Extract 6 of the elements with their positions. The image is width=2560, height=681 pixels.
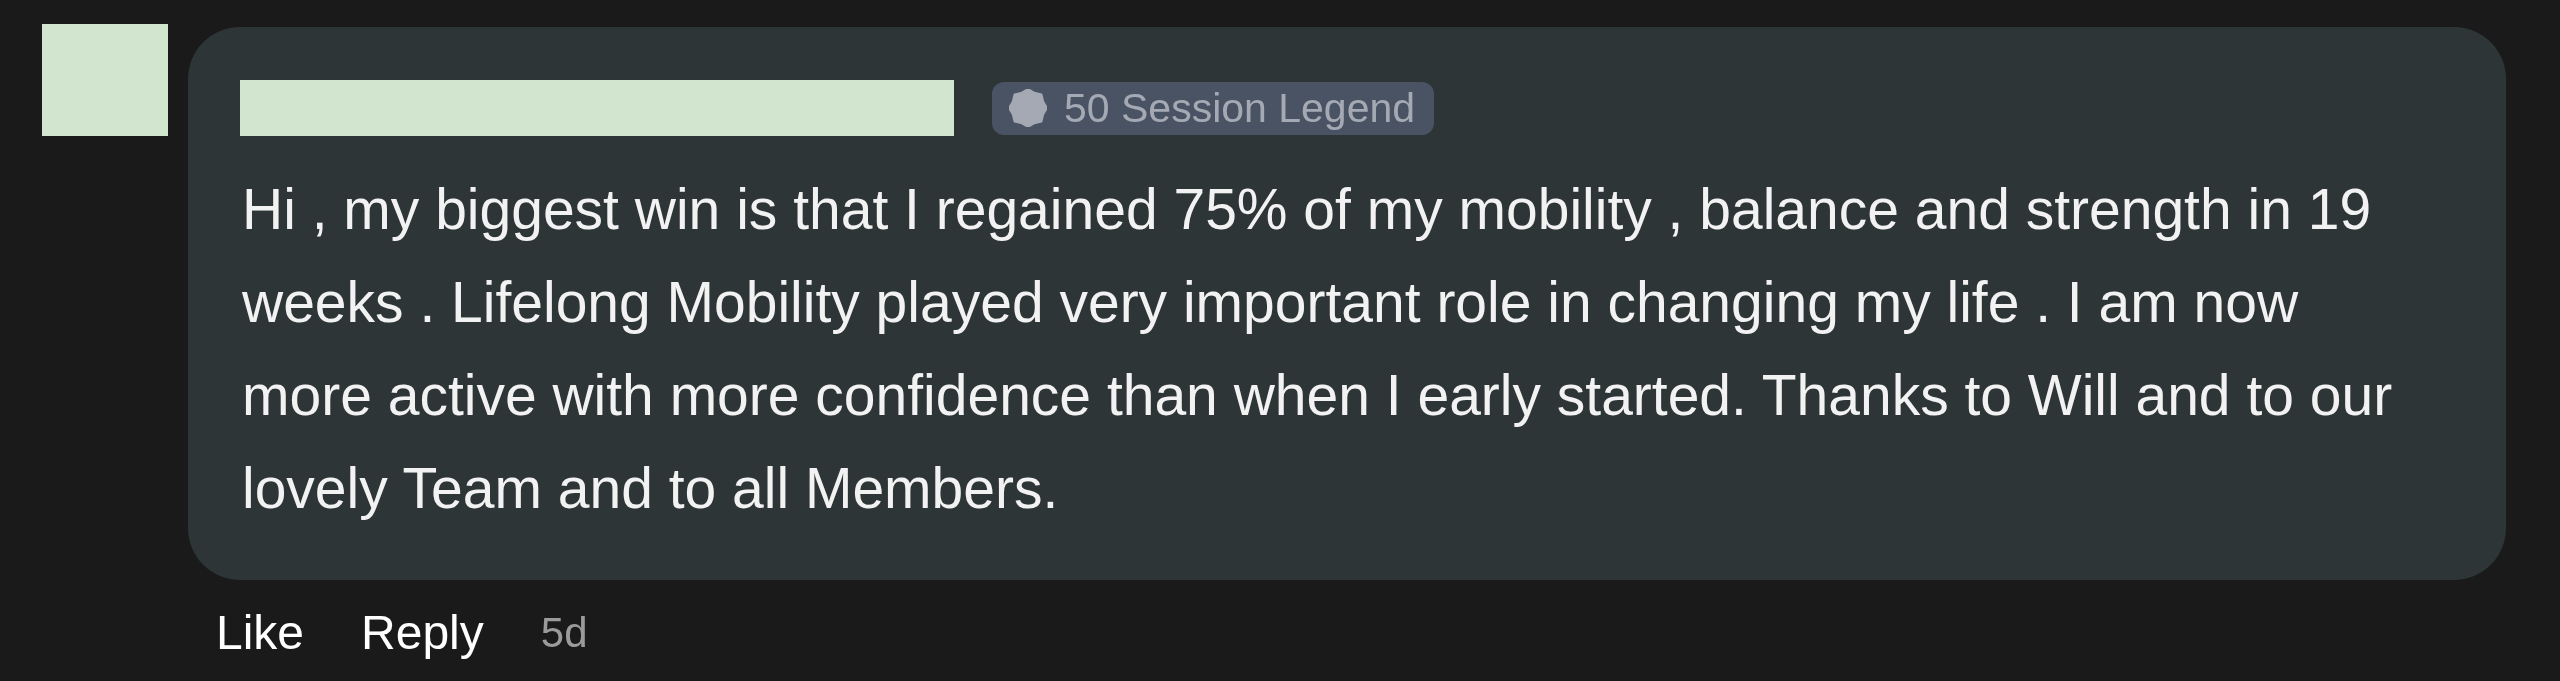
reply-button[interactable]: Reply xyxy=(361,602,484,664)
badge-label: 50 Session Legend xyxy=(1064,83,1416,133)
comment-text: Hi , my biggest win is that I regained 75% of my mobility , balance and strength in 19 weeks . Lifelong Mobility played very important role in changing my life . I am now more active with more confidence than when I early started. Thanks to Will and to our lovely Team and to all Members. xyxy=(242,176,2394,522)
like-button[interactable]: Like xyxy=(216,602,305,664)
seal-icon xyxy=(1009,89,1047,127)
timestamp: 5d xyxy=(540,608,588,658)
